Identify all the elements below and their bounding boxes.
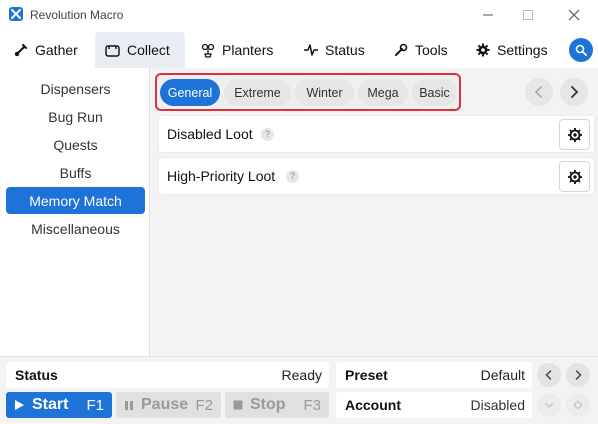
subtab-basic[interactable]: Basic — [412, 79, 457, 106]
tab-collect[interactable]: Collect — [95, 32, 185, 68]
subtab-label: General — [167, 85, 213, 100]
shovel-icon — [14, 44, 27, 57]
stop-label: Stop — [250, 396, 286, 413]
tab-planters[interactable]: Planters — [191, 32, 283, 68]
high-priority-loot-label: High-Priority Loot — [167, 168, 276, 184]
chevron-down-icon — [544, 402, 554, 408]
preset-label: Preset — [345, 367, 388, 383]
tab-gather[interactable]: Gather — [4, 32, 88, 68]
gear-icon — [476, 43, 490, 57]
subtab-label: Mega — [367, 85, 399, 100]
pause-label: Pause — [141, 396, 189, 413]
pause-icon — [125, 400, 133, 410]
gear-icon — [568, 170, 582, 184]
sidebar-item-label: Buffs — [59, 164, 92, 181]
pause-hotkey: F2 — [195, 396, 213, 414]
status-panel: Status Ready — [6, 362, 329, 388]
planter-icon — [201, 43, 215, 58]
pause-button[interactable]: Pause F2 — [116, 392, 221, 418]
app-logo-icon — [9, 7, 23, 21]
subtab-extreme[interactable]: Extreme — [224, 79, 291, 106]
sidebar-item-quests[interactable]: Quests — [6, 131, 145, 158]
sidebar-item-buffs[interactable]: Buffs — [6, 159, 145, 186]
subtab-label: Basic — [419, 85, 450, 100]
tab-status[interactable]: Status — [294, 32, 375, 68]
search-icon — [575, 44, 587, 56]
collect-icon — [105, 44, 120, 57]
high-priority-loot-settings-button[interactable] — [559, 161, 590, 192]
subtab-winter[interactable]: Winter — [295, 79, 354, 106]
disabled-loot-settings-button[interactable] — [559, 119, 590, 150]
play-icon — [15, 400, 24, 410]
sidebar: Dispensers Bug Run Quests Buffs Memory M… — [0, 68, 150, 356]
chevron-right-icon — [571, 86, 579, 98]
subtab-mega[interactable]: Mega — [358, 79, 408, 106]
stop-button[interactable]: Stop F3 — [225, 392, 329, 418]
memory-match-subtabs: General Extreme Winter Mega Basic — [155, 73, 461, 111]
tab-planters-label: Planters — [222, 42, 274, 58]
start-hotkey: F1 — [86, 396, 104, 414]
app-window: Revolution Macro Gather Collect Planters… — [0, 0, 598, 424]
status-value: Ready — [281, 367, 322, 383]
account-value[interactable]: Disabled — [471, 397, 525, 413]
sidebar-item-miscellaneous[interactable]: Miscellaneous — [6, 215, 145, 242]
tab-tools[interactable]: Tools — [384, 32, 458, 68]
sidebar-item-label: Miscellaneous — [31, 220, 120, 237]
stop-icon — [233, 400, 243, 410]
sidebar-item-label: Quests — [53, 136, 98, 153]
tab-gather-label: Gather — [35, 42, 78, 58]
gear-icon — [568, 128, 582, 142]
disabled-loot-label: Disabled Loot — [167, 126, 253, 142]
preset-panel: Preset Default — [336, 362, 532, 388]
preset-prev-button[interactable] — [537, 363, 561, 387]
sidebar-item-label: Bug Run — [48, 108, 103, 125]
help-icon[interactable]: ? — [261, 128, 274, 141]
chevron-left-icon — [534, 86, 542, 98]
close-button[interactable] — [563, 4, 585, 26]
title-bar: Revolution Macro — [0, 0, 598, 30]
window-title: Revolution Macro — [30, 8, 124, 22]
wrench-icon — [395, 43, 408, 56]
account-panel: Account Disabled — [336, 392, 532, 418]
sidebar-item-label: Dispensers — [40, 80, 111, 97]
start-button[interactable]: Start F1 — [6, 392, 112, 418]
preset-value[interactable]: Default — [481, 367, 525, 383]
subtab-general[interactable]: General — [160, 79, 220, 106]
subtab-label: Extreme — [234, 85, 281, 100]
main-tab-bar: Gather Collect Planters Status Tools Set… — [0, 30, 598, 68]
chevron-left-icon — [545, 370, 552, 380]
tab-collect-label: Collect — [127, 42, 170, 58]
tab-settings[interactable]: Settings — [466, 32, 558, 68]
sidebar-item-dispensers[interactable]: Dispensers — [6, 75, 145, 102]
sidebar-item-memory-match[interactable]: Memory Match — [6, 187, 145, 214]
status-label: Status — [15, 367, 58, 383]
minimize-button[interactable] — [477, 4, 499, 26]
bottom-bar: Status Ready Preset Default Start F1 Pau… — [0, 356, 598, 424]
pulse-icon — [304, 44, 318, 56]
account-settings-button[interactable] — [566, 393, 590, 417]
tab-tools-label: Tools — [415, 42, 448, 58]
high-priority-loot-row: High-Priority Loot ? — [158, 157, 595, 195]
subtab-label: Winter — [306, 85, 343, 100]
preset-next-button[interactable] — [566, 363, 590, 387]
help-icon[interactable]: ? — [286, 170, 299, 183]
account-dropdown-button[interactable] — [537, 393, 561, 417]
account-label: Account — [345, 397, 401, 413]
chevron-right-icon — [575, 370, 582, 380]
subtab-next-button[interactable] — [560, 78, 588, 106]
disabled-loot-row: Disabled Loot ? — [158, 115, 595, 153]
sidebar-item-label: Memory Match — [29, 192, 122, 209]
maximize-button[interactable] — [517, 4, 539, 26]
tab-settings-label: Settings — [497, 42, 548, 58]
subtab-prev-button[interactable] — [525, 78, 553, 106]
search-button[interactable] — [569, 38, 593, 62]
tab-status-label: Status — [325, 42, 365, 58]
start-label: Start — [32, 396, 69, 413]
gear-icon — [573, 400, 583, 410]
stop-hotkey: F3 — [303, 396, 321, 414]
sidebar-item-bug-run[interactable]: Bug Run — [6, 103, 145, 130]
main-panel: General Extreme Winter Mega Basic Disabl… — [151, 68, 598, 356]
